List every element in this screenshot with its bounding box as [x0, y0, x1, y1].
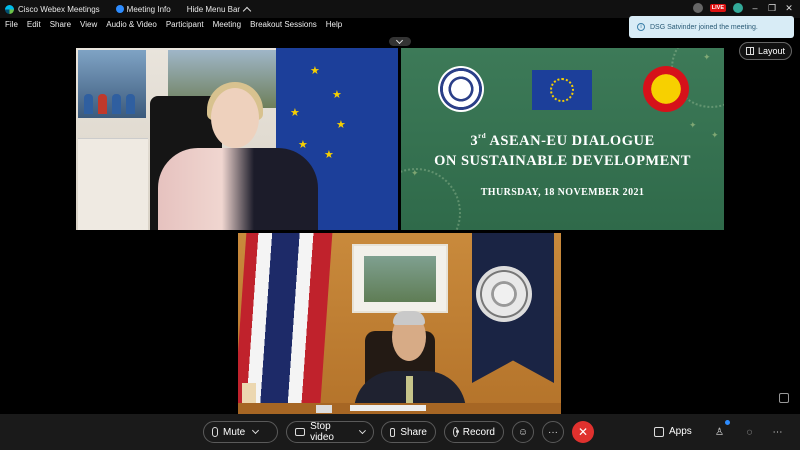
microphone-icon	[212, 427, 218, 437]
stop-video-label: Stop video	[310, 421, 334, 443]
more-button[interactable]: ···	[542, 421, 564, 443]
wall-painting	[352, 244, 448, 313]
share-button[interactable]: Share	[381, 421, 436, 443]
account-icon[interactable]	[733, 3, 743, 13]
participant-body	[158, 148, 318, 230]
ministry-flag-seal	[476, 266, 532, 322]
hide-menu-bar-button[interactable]: Hide Menu Bar	[186, 4, 252, 15]
record-button[interactable]: Record	[444, 421, 504, 443]
wall-photo-children	[78, 50, 146, 118]
reactions-icon: ☺	[517, 426, 529, 438]
menu-help[interactable]: Help	[326, 20, 342, 34]
participant-face	[211, 88, 259, 148]
app-title-area: Cisco Webex Meetings	[5, 4, 100, 14]
collapse-toggle-button[interactable]	[389, 37, 411, 46]
title-ordinal-suffix: rd	[478, 132, 487, 140]
leave-meeting-button[interactable]: ✕	[572, 421, 594, 443]
chevron-up-icon	[242, 6, 252, 15]
meeting-info-button[interactable]: Meeting Info	[115, 4, 171, 14]
apps-button[interactable]: Apps	[654, 426, 692, 437]
menu-view[interactable]: View	[80, 20, 97, 34]
webex-logo-icon	[5, 4, 14, 14]
menu-participant[interactable]: Participant	[166, 20, 204, 34]
layout-button[interactable]: Layout	[739, 42, 792, 60]
event-title: 3rd ASEAN-EU DIALOGUE ON SUSTAINABLE DEV…	[401, 126, 724, 171]
shared-slide-tile[interactable]: ✦ ✦ ✦ ✦ 3rd ASEAN-EU DIALOGUE ON SUSTAIN…	[401, 48, 724, 230]
expand-icon[interactable]	[779, 393, 789, 403]
live-badge: LIVE	[709, 4, 726, 12]
stop-video-button[interactable]: Stop video	[286, 421, 374, 443]
apps-icon	[654, 426, 664, 437]
mute-label: Mute	[223, 426, 246, 438]
chat-icon[interactable]: ◌	[744, 427, 755, 438]
layout-label: Layout	[757, 46, 786, 56]
share-label: Share	[400, 426, 427, 438]
meeting-info-label: Meeting Info	[126, 4, 171, 14]
layout-grid-icon	[745, 47, 754, 55]
hide-menu-bar-label: Hide Menu Bar	[186, 4, 241, 14]
video-tile-participant-1[interactable]: ★ ★ ★ ★ ★ ★ ★	[76, 48, 398, 230]
menu-meeting[interactable]: Meeting	[213, 20, 241, 34]
join-notification: i DSG Satvinder joined the meeting.	[629, 16, 794, 38]
meeting-controls-bar: Mute Stop video Share Record ☺ ··· ✕ App…	[0, 414, 800, 450]
meeting-info-icon	[115, 5, 124, 13]
restore-button[interactable]: ❐	[767, 3, 777, 13]
chevron-down-icon[interactable]	[252, 426, 260, 435]
thailand-mfa-seal	[438, 66, 484, 112]
video-tile-participant-2[interactable]	[238, 233, 561, 415]
desk-cup	[242, 383, 256, 403]
eu-flag-small	[532, 70, 592, 110]
menu-breakout-sessions[interactable]: Breakout Sessions	[250, 20, 317, 34]
asean-emblem	[643, 66, 689, 112]
close-window-button[interactable]: ✕	[784, 3, 794, 13]
record-icon	[453, 427, 459, 437]
desk-papers	[350, 405, 426, 411]
more-options-icon[interactable]: ⋯	[772, 427, 783, 438]
app-title: Cisco Webex Meetings	[18, 4, 100, 14]
menu-file[interactable]: File	[5, 20, 18, 34]
chevron-down-icon[interactable]	[359, 427, 367, 434]
title-line-2: ON SUSTAINABLE DEVELOPMENT	[434, 153, 691, 169]
record-label: Record	[462, 426, 495, 438]
menu-audio-video[interactable]: Audio & Video	[106, 20, 157, 34]
apps-label: Apps	[669, 426, 692, 437]
shelf	[78, 138, 148, 230]
mute-button[interactable]: Mute	[203, 421, 278, 443]
menu-bar: File Edit Share View Audio & Video Parti…	[0, 20, 342, 34]
reactions-button[interactable]: ☺	[512, 421, 534, 443]
minimize-button[interactable]: –	[750, 3, 760, 13]
info-icon: i	[637, 23, 645, 31]
participant-hair	[393, 311, 425, 325]
menu-edit[interactable]: Edit	[27, 20, 41, 34]
menu-share[interactable]: Share	[50, 20, 71, 34]
share-screen-icon	[390, 427, 396, 437]
participants-icon[interactable]: ♙	[714, 427, 725, 438]
notification-text: DSG Satvinder joined the meeting.	[650, 23, 758, 31]
notification-dot	[725, 420, 730, 425]
desk-microphone	[316, 405, 332, 413]
title-ordinal: 3	[470, 133, 479, 149]
status-icon[interactable]	[692, 3, 703, 13]
close-icon: ✕	[577, 425, 589, 439]
camera-icon	[295, 428, 306, 436]
title-line-1: ASEAN-EU DIALOGUE	[489, 133, 655, 149]
title-bar-right: LIVE – ❐ ✕	[692, 3, 794, 13]
more-icon: ···	[548, 426, 558, 438]
event-date: THURSDAY, 18 NOVEMBER 2021	[480, 187, 645, 198]
